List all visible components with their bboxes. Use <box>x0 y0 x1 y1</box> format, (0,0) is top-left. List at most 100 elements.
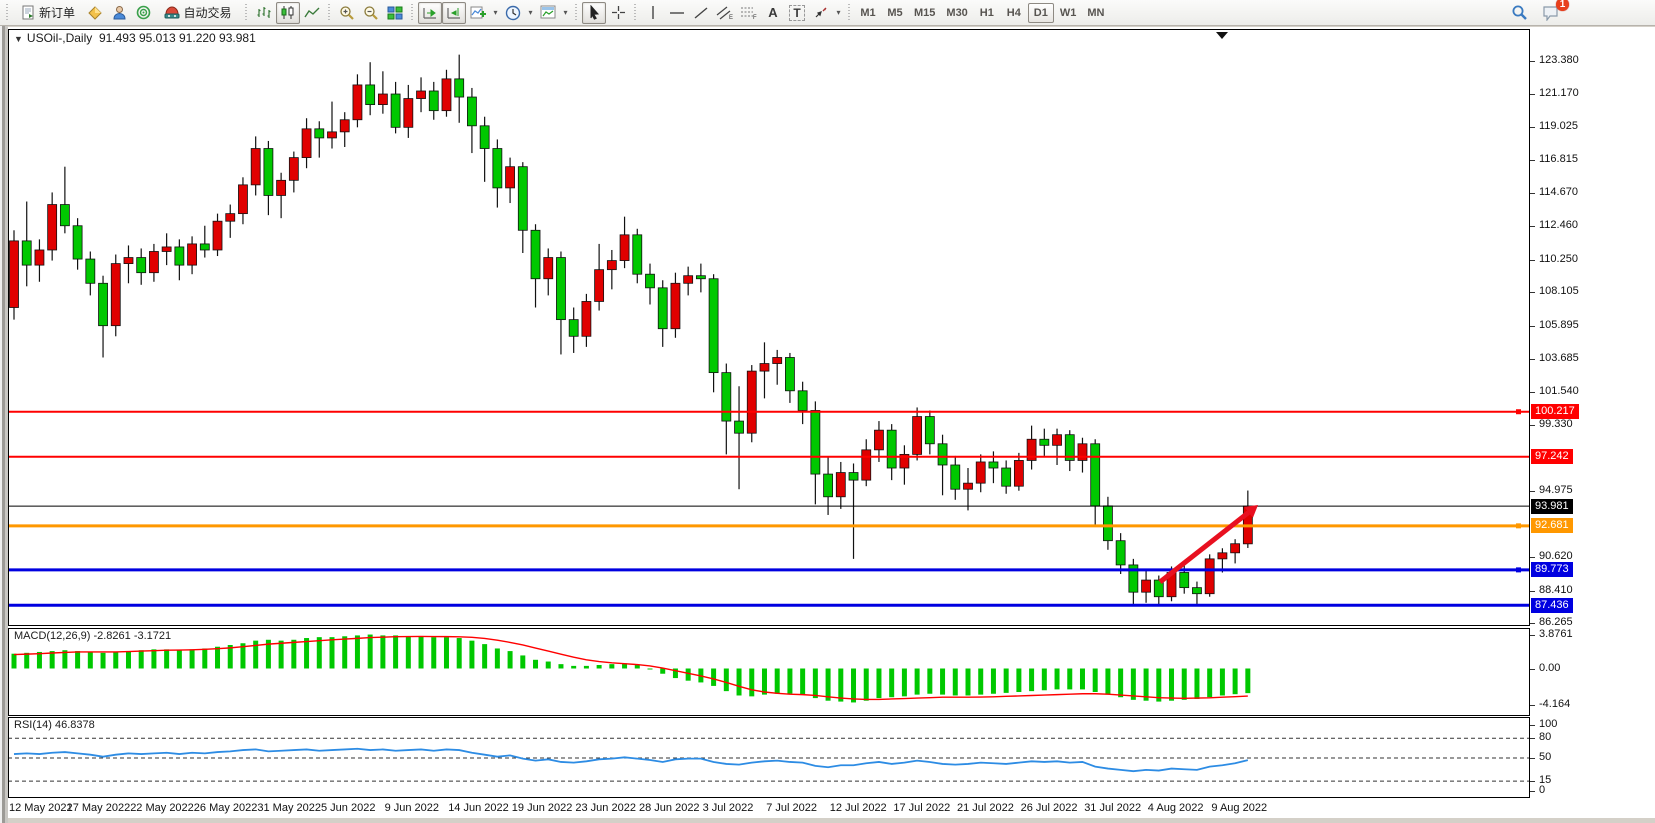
macd-tick-label-dash <box>1530 669 1535 670</box>
price-axis[interactable]: 123.380121.170119.025116.815114.670112.4… <box>1530 29 1655 816</box>
clock-icon <box>505 5 521 21</box>
price-tick-label: 103.685 <box>1539 352 1579 364</box>
arrows-tool-button[interactable] <box>809 2 833 24</box>
window-left-edge[interactable] <box>0 26 8 823</box>
price-tick-label: 114.670 <box>1539 186 1578 198</box>
candlestick-chart-icon <box>280 5 296 20</box>
chart-shift-button[interactable] <box>442 2 466 24</box>
tf-m30-button[interactable]: M30 <box>941 3 972 23</box>
crosshair-tool-button[interactable] <box>606 2 630 24</box>
fibonacci-icon: F <box>740 5 758 20</box>
price-tick-label-dash <box>1530 260 1535 261</box>
price-tick-label-dash <box>1530 61 1535 62</box>
templates-dropdown-arrow[interactable]: ▾ <box>560 2 571 24</box>
date-label: 9 Jun 2022 <box>385 802 439 814</box>
macd-panel-canvas[interactable] <box>8 628 1530 716</box>
price-tick-label: 116.815 <box>1539 153 1578 165</box>
indicators-dropdown-arrow[interactable]: ▾ <box>490 2 501 24</box>
tf-mn-button[interactable]: MN <box>1082 3 1109 23</box>
price-badge-89.773: 89.773 <box>1531 562 1573 577</box>
rsi-tick-label-dash <box>1530 791 1535 792</box>
tf-w1-button[interactable]: W1 <box>1055 3 1082 23</box>
fibonacci-tool-button[interactable]: F <box>737 2 761 24</box>
tf-h4-button[interactable]: H4 <box>1001 3 1027 23</box>
tf-m15-button[interactable]: M15 <box>909 3 940 23</box>
signals-button[interactable] <box>131 2 155 24</box>
price-tick-label-dash <box>1530 326 1535 327</box>
tile-windows-button[interactable] <box>383 2 407 24</box>
text-tool-button[interactable]: A <box>761 2 785 24</box>
date-label: 7 Jul 2022 <box>766 802 817 814</box>
periods-button[interactable] <box>501 2 525 24</box>
macd-label: MACD(12,26,9) -2.8261 -3.1721 <box>14 630 171 642</box>
toolbar-grip <box>847 4 852 22</box>
price-tick-label-dash <box>1530 359 1535 360</box>
price-tick-label-dash <box>1530 392 1535 393</box>
macd-tick-label: 3.8761 <box>1539 628 1573 640</box>
price-tick-label-dash <box>1530 193 1535 194</box>
chat-button[interactable]: 1 <box>1539 2 1563 24</box>
tf-h1-button[interactable]: H1 <box>974 3 1000 23</box>
collapse-ohlc-arrow[interactable]: ▼ <box>14 34 23 44</box>
templates-button[interactable] <box>536 2 560 24</box>
price-tick-label-dash <box>1530 127 1535 128</box>
indicators-button[interactable] <box>466 2 490 24</box>
vertical-line-tool-button[interactable] <box>641 2 665 24</box>
trading-app-window: 新订单 <box>0 0 1655 823</box>
macd-tick-label-dash <box>1530 635 1535 636</box>
indicators-icon <box>470 5 487 20</box>
tf-m5-button[interactable]: M5 <box>882 3 908 23</box>
cursor-tool-button[interactable] <box>582 2 606 24</box>
tf-m1-button[interactable]: M1 <box>855 3 881 23</box>
equidistant-channel-tool-button[interactable]: E <box>713 2 737 24</box>
market-watch-button[interactable] <box>83 2 107 24</box>
auto-scroll-button[interactable] <box>418 2 442 24</box>
date-label: 17 May 2022 <box>67 802 131 814</box>
price-tick-label: 121.170 <box>1539 87 1579 99</box>
date-label: 26 May 2022 <box>194 802 258 814</box>
line-chart-button[interactable] <box>300 2 324 24</box>
text-label-glyph: T <box>789 5 804 21</box>
date-label: 17 Jul 2022 <box>893 802 950 814</box>
periods-dropdown-arrow[interactable]: ▾ <box>525 2 536 24</box>
tf-d1-button[interactable]: D1 <box>1028 3 1054 23</box>
arrows-dropdown-arrow[interactable]: ▾ <box>833 2 844 24</box>
rsi-label: RSI(14) 46.8378 <box>14 719 95 731</box>
date-label: 12 Jul 2022 <box>830 802 887 814</box>
search-button[interactable] <box>1507 2 1531 24</box>
auto-trading-label: 自动交易 <box>183 4 231 21</box>
rsi-panel-canvas[interactable] <box>8 717 1530 798</box>
svg-text:E: E <box>729 15 733 20</box>
cursor-icon <box>587 5 601 20</box>
trendline-tool-button[interactable] <box>689 2 713 24</box>
date-label: 4 Aug 2022 <box>1148 802 1204 814</box>
auto-trading-button[interactable]: 自动交易 <box>155 2 241 24</box>
main-toolbar: 新订单 <box>0 0 1655 26</box>
zoom-out-button[interactable] <box>359 2 383 24</box>
rsi-tick-label: 80 <box>1539 731 1551 743</box>
new-order-button[interactable]: 新订单 <box>13 2 83 24</box>
price-tick-label-dash <box>1530 292 1535 293</box>
toolbar-grip <box>5 4 10 22</box>
date-label: 14 Jun 2022 <box>448 802 509 814</box>
ohlc-values: 91.493 95.013 91.220 93.981 <box>99 31 256 45</box>
main-chart-canvas[interactable] <box>8 29 1530 626</box>
toolbar-grip <box>410 4 415 22</box>
community-button[interactable] <box>107 2 131 24</box>
price-tick-label-dash <box>1530 491 1535 492</box>
price-tick-label: 99.330 <box>1539 418 1573 430</box>
text-label-tool-button[interactable]: T <box>785 2 809 24</box>
date-axis[interactable]: 12 May 202217 May 202222 May 202226 May … <box>8 799 1530 818</box>
price-badge-87.436: 87.436 <box>1531 598 1573 613</box>
price-badge-92.681: 92.681 <box>1531 518 1573 533</box>
price-tick-label: 110.250 <box>1539 253 1578 265</box>
price-tick-label: 88.410 <box>1539 584 1573 596</box>
macd-tick-label: -4.164 <box>1539 698 1570 710</box>
person-icon <box>112 5 127 20</box>
search-icon <box>1511 4 1528 21</box>
horizontal-line-tool-button[interactable] <box>665 2 689 24</box>
bar-chart-button[interactable] <box>252 2 276 24</box>
templates-icon <box>540 5 557 20</box>
zoom-in-button[interactable] <box>335 2 359 24</box>
candlestick-chart-button[interactable] <box>276 2 300 24</box>
